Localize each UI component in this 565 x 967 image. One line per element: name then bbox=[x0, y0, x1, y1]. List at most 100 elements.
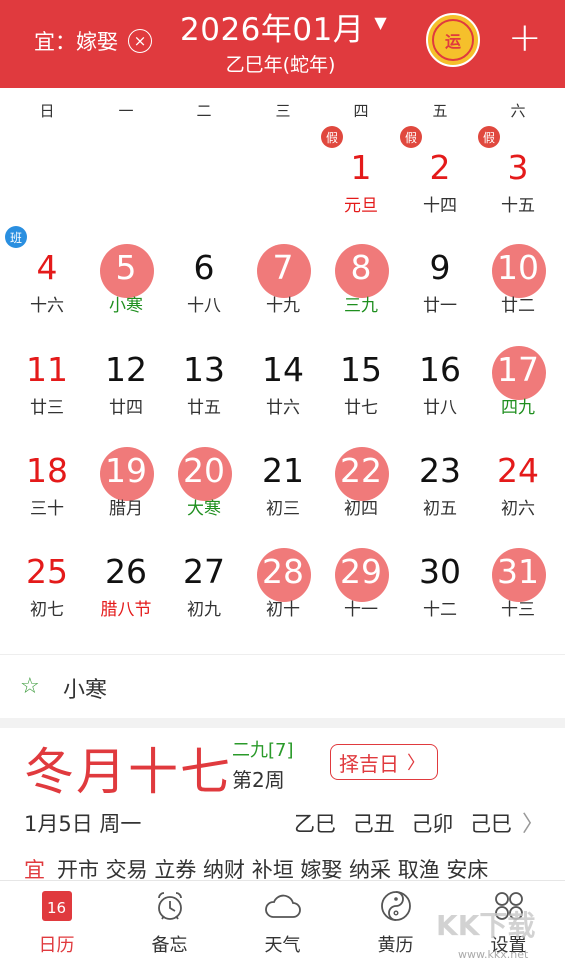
day-cell[interactable]: 12 廿四 bbox=[86, 340, 166, 440]
day-cell[interactable]: 5 小寒 bbox=[86, 238, 166, 338]
day-cell[interactable]: 11 廿三 bbox=[7, 340, 87, 440]
lunar-day: 十九 bbox=[266, 296, 300, 316]
lunar-day: 腊八节 bbox=[100, 600, 152, 620]
day-number: 18 bbox=[26, 451, 68, 490]
day-cell[interactable]: 26 腊八节 bbox=[86, 542, 166, 642]
header-bar: 宜：嫁娶 × 2026年01月 ▼ 乙巳年(蛇年) 运 + bbox=[0, 0, 565, 88]
chevron-right-icon: 〉 bbox=[407, 753, 425, 774]
day-cell[interactable]: 1 元旦 假 bbox=[321, 126, 401, 238]
lunar-day: 初三 bbox=[266, 499, 300, 519]
day-number: 15 bbox=[340, 350, 382, 389]
day-number: 24 bbox=[497, 451, 539, 490]
weekday-label: 一 bbox=[118, 102, 134, 120]
weekday-label: 日 bbox=[39, 102, 55, 120]
day-cell[interactable]: 13 廿五 bbox=[164, 340, 244, 440]
day-number: 13 bbox=[183, 350, 225, 389]
day-cell[interactable]: 23 初五 bbox=[400, 441, 480, 541]
lunar-day: 初四 bbox=[344, 499, 378, 519]
lunar-day: 十五 bbox=[501, 196, 535, 216]
day-cell[interactable]: 2 十四 假 bbox=[400, 126, 480, 238]
day-cell[interactable]: 18 三十 bbox=[7, 441, 87, 541]
lunar-day: 廿四 bbox=[109, 398, 143, 418]
day-cell[interactable]: 27 初九 bbox=[164, 542, 244, 642]
day-cell[interactable]: 10 廿二 bbox=[478, 238, 558, 338]
day-cell[interactable]: 4 十六 班 bbox=[5, 226, 87, 338]
solar-term-row[interactable]: ☆ 小寒 bbox=[0, 656, 565, 718]
divider bbox=[0, 654, 565, 655]
day-number: 23 bbox=[419, 451, 461, 490]
caret-down-icon: ▼ bbox=[374, 13, 388, 32]
day-cell[interactable]: 8 三九 bbox=[321, 238, 401, 338]
weekday-label: 二 bbox=[196, 102, 212, 120]
day-cell[interactable]: 17 四九 bbox=[478, 340, 558, 440]
tab-weather[interactable]: 天气 bbox=[226, 881, 339, 967]
month-selector[interactable]: 2026年01月 ▼ bbox=[180, 4, 387, 49]
star-icon[interactable]: ☆ bbox=[20, 674, 40, 699]
lunar-day: 十三 bbox=[501, 600, 535, 620]
tab-label: 天气 bbox=[264, 935, 301, 956]
day-number: 1 bbox=[350, 148, 372, 187]
day-cell[interactable]: 21 初三 bbox=[243, 441, 323, 541]
day-number: 20 bbox=[183, 451, 225, 490]
suitable-items: 开市 交易 立券 纳财 补垣 嫁娶 纳采 取渔 安床 bbox=[57, 858, 489, 882]
day-number: 11 bbox=[26, 350, 68, 389]
lunar-day: 廿七 bbox=[344, 398, 378, 418]
lunar-day: 廿二 bbox=[501, 296, 535, 316]
day-number: 9 bbox=[429, 248, 451, 287]
day-cell[interactable]: 6 十八 bbox=[164, 238, 244, 338]
day-cell[interactable]: 20 大寒 bbox=[164, 441, 244, 541]
day-cell[interactable]: 25 初七 bbox=[7, 542, 87, 642]
day-number: 4 bbox=[36, 248, 58, 287]
lunar-day: 十四 bbox=[423, 196, 457, 216]
fortune-icon-label: 运 bbox=[432, 19, 474, 61]
lunar-day: 廿五 bbox=[187, 398, 221, 418]
day-number: 2 bbox=[429, 148, 451, 187]
holiday-badge: 假 bbox=[321, 126, 343, 148]
lunar-day: 腊月 bbox=[109, 499, 143, 519]
day-number: 29 bbox=[340, 552, 382, 591]
day-cell[interactable]: 24 初六 bbox=[478, 441, 558, 541]
lunar-day: 十二 bbox=[423, 600, 457, 620]
day-cell[interactable]: 19 腊月 bbox=[86, 441, 166, 541]
lunar-day: 廿六 bbox=[266, 398, 300, 418]
weekday-label: 三 bbox=[275, 102, 291, 120]
lunar-day: 廿八 bbox=[423, 398, 457, 418]
chevron-right-icon[interactable]: 〉 bbox=[522, 806, 544, 838]
day-number: 12 bbox=[105, 350, 147, 389]
day-cell[interactable]: 3 十五 假 bbox=[478, 126, 558, 238]
day-cell[interactable]: 22 初四 bbox=[321, 441, 401, 541]
tab-calendar[interactable]: 16 日历 bbox=[0, 881, 113, 967]
auspicious-day-label: 择吉日 bbox=[339, 751, 399, 776]
lunar-year: 乙巳年(蛇年) bbox=[225, 54, 336, 76]
day-cell[interactable]: 16 廿八 bbox=[400, 340, 480, 440]
section-gap bbox=[0, 718, 565, 728]
day-cell[interactable]: 31 十三 bbox=[478, 542, 558, 642]
day-detail-card[interactable]: 冬月十七 二九[7] 第2周 择吉日 〉 1月5日 周一 乙巳 己丑 己卯 己巳… bbox=[8, 728, 557, 882]
week-number: 第2周 bbox=[232, 768, 285, 792]
day-number: 16 bbox=[419, 350, 461, 389]
day-number: 8 bbox=[350, 248, 372, 287]
day-cell[interactable]: 28 初十 bbox=[243, 542, 323, 642]
lunar-day: 廿一 bbox=[423, 296, 457, 316]
lunar-day: 初五 bbox=[423, 499, 457, 519]
calendar-app: 宜：嫁娶 × 2026年01月 ▼ 乙巳年(蛇年) 运 + 日 一 二 三 四 五 六 1 元… bbox=[0, 0, 565, 967]
day-cell[interactable]: 14 廿六 bbox=[243, 340, 323, 440]
day-cell[interactable]: 15 廿七 bbox=[321, 340, 401, 440]
lunar-day: 初六 bbox=[501, 499, 535, 519]
lunar-day: 初九 bbox=[187, 600, 221, 620]
day-cell[interactable]: 29 十一 bbox=[321, 542, 401, 642]
day-number: 5 bbox=[115, 248, 137, 287]
tab-memo[interactable]: 备忘 bbox=[113, 881, 226, 967]
day-number: 28 bbox=[262, 552, 304, 591]
lunar-day: 初十 bbox=[266, 600, 300, 620]
day-cell[interactable]: 30 十二 bbox=[400, 542, 480, 642]
day-cell[interactable]: 9 廿一 bbox=[400, 238, 480, 338]
auspicious-day-button[interactable]: 择吉日 〉 bbox=[330, 744, 438, 780]
day-number: 26 bbox=[105, 552, 147, 591]
lunar-day: 初七 bbox=[30, 600, 64, 620]
fortune-icon[interactable]: 运 bbox=[426, 13, 480, 67]
day-number: 25 bbox=[26, 552, 68, 591]
add-button[interactable]: + bbox=[508, 18, 542, 58]
tab-label: 日历 bbox=[38, 935, 75, 956]
day-cell[interactable]: 7 十九 bbox=[243, 238, 323, 338]
